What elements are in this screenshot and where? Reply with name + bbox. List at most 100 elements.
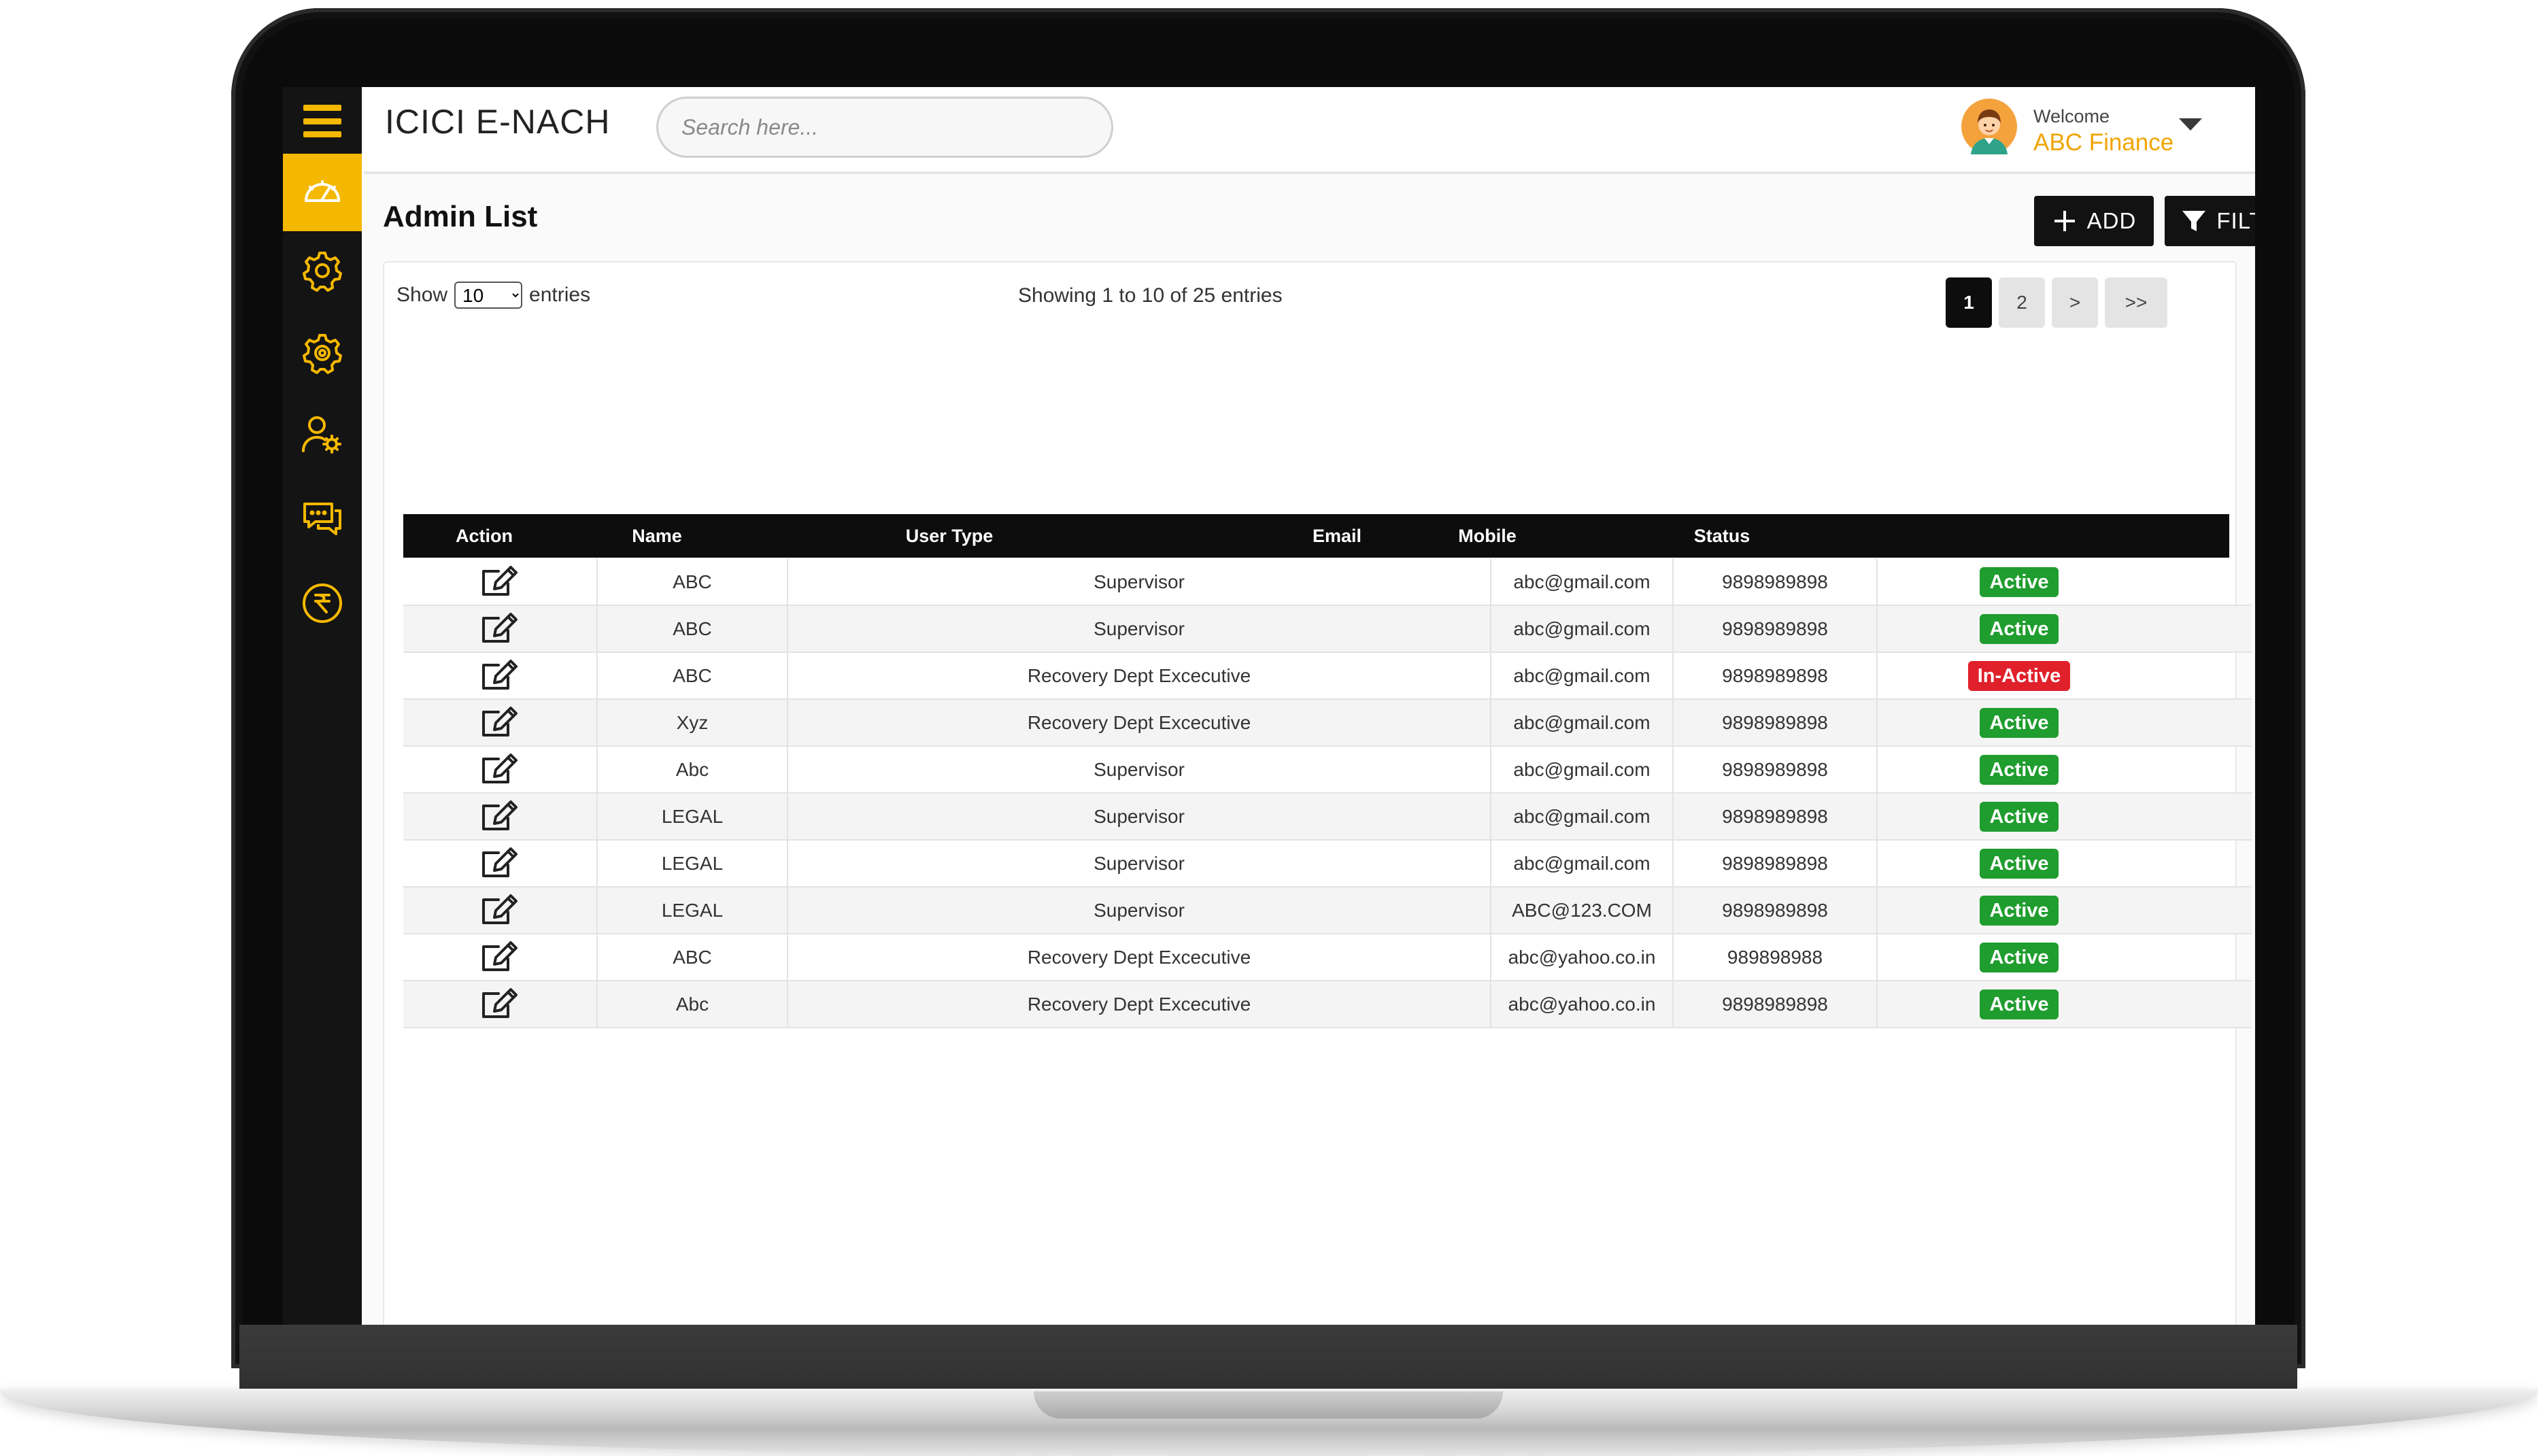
hamburger-menu-icon[interactable] (303, 105, 341, 137)
filter-funnel-icon (2182, 211, 2206, 231)
cell-email: abc@gmail.com (1491, 841, 1674, 886)
page-size-select[interactable]: 10 (454, 282, 523, 309)
cell-mobile: 989898988 (1674, 934, 1878, 980)
column-header-status[interactable]: Status (1621, 514, 1823, 558)
cell-user-type: Supervisor (788, 606, 1491, 651)
cell-email: abc@gmail.com (1491, 794, 1674, 839)
status-badge: In-Active (1967, 660, 2071, 691)
table-info: Showing 1 to 10 of 25 entries (1018, 284, 1283, 307)
table-row: ABC Recovery Dept Excecutive abc@gmail.com… (403, 653, 2252, 700)
cell-action (403, 981, 598, 1027)
status-badge: Active (1980, 848, 2059, 879)
sidebar-item-settings[interactable] (283, 232, 362, 309)
cell-name: ABC (598, 606, 788, 651)
filter-button-label: FILTER (2216, 208, 2255, 233)
cell-action (403, 559, 598, 605)
edit-icon[interactable] (481, 987, 519, 1018)
table-row: LEGAL Supervisor abc@gmail.com 9898989898 Ac… (403, 794, 2252, 841)
sidebar-item-payments[interactable] (283, 564, 362, 642)
sidebar-item-user-management[interactable] (283, 396, 362, 473)
table-row: Abc Supervisor abc@gmail.com 9898989898 Acti… (403, 747, 2252, 794)
table-header: Action Name User Type Email Mobile Status (403, 514, 2229, 558)
search-input[interactable] (656, 97, 1113, 158)
cell-status: In-Active (1878, 653, 2245, 698)
add-button[interactable]: ADD (2034, 196, 2154, 246)
cell-mobile: 9898989898 (1674, 981, 1878, 1027)
cell-action (403, 606, 598, 651)
cell-status: Active (1878, 747, 2245, 792)
cell-email: ABC@123.COM (1491, 887, 1674, 933)
edit-icon[interactable] (481, 941, 519, 971)
main-content: ICICI E-NACH Welcome ABC Finance Admin L… (364, 87, 2255, 1325)
user-settings-icon (302, 416, 341, 454)
status-badge: Active (1980, 942, 2059, 972)
column-header-action[interactable]: Action (403, 514, 565, 558)
sidebar-item-messages[interactable] (283, 480, 362, 558)
cell-email: abc@gmail.com (1491, 747, 1674, 792)
status-badge: Active (1980, 754, 2059, 785)
next-page-button[interactable]: > (2052, 277, 2098, 328)
filter-button[interactable]: FILTER (2165, 196, 2255, 246)
cell-mobile: 9898989898 (1674, 606, 1878, 651)
cell-status: Active (1878, 934, 2245, 980)
dashboard-speedometer-icon (305, 180, 340, 202)
column-header-mobile[interactable]: Mobile (1417, 514, 1558, 558)
edit-icon[interactable] (481, 800, 519, 830)
avatar[interactable] (1961, 99, 2017, 154)
plus-icon (2054, 211, 2075, 231)
column-header-user-type[interactable]: User Type (749, 514, 1150, 558)
cell-name: ABC (598, 934, 788, 980)
status-badge: Active (1980, 989, 2059, 1019)
cell-name: Abc (598, 981, 788, 1027)
cell-mobile: 9898989898 (1674, 653, 1878, 698)
cell-status: Active (1878, 981, 2245, 1027)
admin-table-card: Show 10 entries Showing 1 to 10 of 25 en… (383, 261, 2252, 1325)
edit-icon[interactable] (481, 612, 519, 643)
column-header-email[interactable]: Email (1267, 514, 1407, 558)
cell-status: Active (1878, 841, 2245, 886)
cell-action (403, 887, 598, 933)
page-size-control: Show 10 entries (396, 282, 590, 309)
edit-icon[interactable] (481, 753, 519, 783)
settings-gear-alt-icon (303, 334, 342, 374)
show-label: Show (396, 284, 448, 306)
edit-icon[interactable] (481, 706, 519, 737)
table-row: ABC Supervisor abc@gmail.com 9898989898 Acti… (403, 606, 2252, 653)
rupee-icon (303, 583, 342, 623)
cell-user-type: Recovery Dept Excecutive (788, 700, 1491, 745)
cell-action (403, 653, 598, 698)
laptop-base-notch (1034, 1391, 1503, 1419)
app-title: ICICI E-NACH (385, 103, 611, 141)
cell-user-type: Recovery Dept Excecutive (788, 653, 1491, 698)
edit-icon[interactable] (481, 659, 519, 690)
edit-icon[interactable] (481, 565, 519, 596)
sidebar-item-configuration[interactable] (283, 314, 362, 392)
page-2-button[interactable]: 2 (1999, 277, 2045, 328)
table-row: Xyz Recovery Dept Excecutive abc@gmail.com… (403, 700, 2252, 747)
sidebar (283, 87, 362, 1325)
cell-mobile: 9898989898 (1674, 747, 1878, 792)
cell-user-type: Recovery Dept Excecutive (788, 934, 1491, 980)
sidebar-item-dashboard[interactable] (283, 154, 362, 231)
cell-email: abc@yahoo.co.in (1491, 981, 1674, 1027)
user-name[interactable]: ABC Finance (2033, 129, 2173, 156)
cell-name: LEGAL (598, 887, 788, 933)
pagination: 1 2 > >> (1946, 277, 2167, 328)
last-page-button[interactable]: >> (2105, 277, 2167, 328)
cell-status: Active (1878, 559, 2245, 605)
column-header-name[interactable]: Name (572, 514, 742, 558)
cell-status: Active (1878, 887, 2245, 933)
cell-action (403, 841, 598, 886)
edit-icon[interactable] (481, 894, 519, 924)
table-row: Abc Recovery Dept Excecutive abc@yahoo.co.… (403, 981, 2252, 1028)
cell-name: LEGAL (598, 794, 788, 839)
cell-email: abc@yahoo.co.in (1491, 934, 1674, 980)
table-body: ABC Supervisor abc@gmail.com 9898989898 Acti… (403, 559, 2252, 1028)
user-menu-chevron-down-icon[interactable] (2179, 118, 2202, 131)
cell-status: Active (1878, 700, 2245, 745)
page-1-button[interactable]: 1 (1946, 277, 1992, 328)
edit-icon[interactable] (481, 847, 519, 877)
laptop-lid-bottom-bezel (239, 1325, 2297, 1390)
status-badge: Active (1980, 707, 2059, 738)
cell-user-type: Supervisor (788, 841, 1491, 886)
